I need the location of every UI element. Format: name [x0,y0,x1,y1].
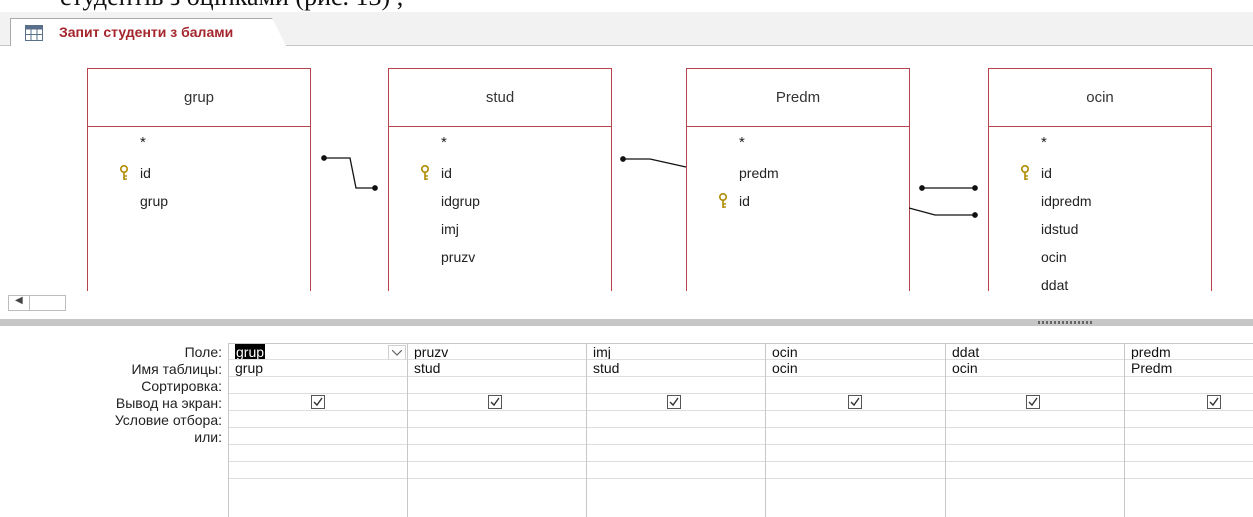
criteria-cell[interactable] [408,411,587,428]
join-stud-ocin [908,207,978,218]
extra-cell[interactable] [1125,445,1253,462]
splitter-grip-icon[interactable] [1038,321,1092,324]
show-cell[interactable] [946,394,1125,411]
field-cell[interactable]: grup [229,343,408,360]
row-label-sort: Сортировка: [141,378,222,394]
table-cell[interactable]: ocin [766,360,946,377]
join-stud-predm [620,156,687,168]
tab-title: Запит студенти з балами [59,24,234,40]
sort-cell[interactable] [766,377,946,394]
document-text-strip: студентів з оцінками (рис. 13) , [0,0,1253,12]
checkmark-icon [850,397,860,407]
join-grup-stud [321,155,378,191]
extra-cell[interactable] [946,462,1125,479]
field-cell[interactable]: pruzv [408,343,587,360]
show-checkbox[interactable] [1207,395,1221,409]
show-cell[interactable] [1125,394,1253,411]
join-predm-ocin [919,185,978,191]
show-checkbox[interactable] [311,395,325,409]
chevron-left-icon: ◀ [15,295,23,306]
extra-cell[interactable] [408,462,587,479]
sort-cell[interactable] [229,377,408,394]
extra-cell[interactable] [587,445,766,462]
relationship-lines [321,155,978,218]
or-cell[interactable] [587,428,766,445]
field-cell[interactable]: ddat [946,343,1125,360]
or-cell[interactable] [766,428,946,445]
grid-column[interactable]: ocin ocin [765,343,946,517]
chevron-down-icon [392,350,402,356]
extra-cell[interactable] [229,462,408,479]
pane-splitter[interactable] [0,319,1253,326]
scroll-thumb[interactable] [30,295,66,311]
or-cell[interactable] [1125,428,1253,445]
dropdown-button[interactable] [388,345,406,359]
show-cell[interactable] [766,394,946,411]
grid-column[interactable]: pruzv stud [407,343,587,517]
or-cell[interactable] [946,428,1125,445]
tab-query[interactable]: Запит студенти з балами [10,18,286,46]
show-checkbox[interactable] [1026,395,1040,409]
checkmark-icon [1028,397,1038,407]
document-text: студентів з оцінками (рис. 13) , [60,0,403,12]
or-cell[interactable] [408,428,587,445]
criteria-cell[interactable] [946,411,1125,428]
row-label-or: или: [194,429,222,445]
row-label-show: Вывод на экран: [115,395,222,411]
grid-column[interactable]: predm Predm [1124,343,1253,517]
show-checkbox[interactable] [848,395,862,409]
table-cell[interactable]: stud [408,360,587,377]
field-cell[interactable]: imj [587,343,766,360]
show-cell[interactable] [587,394,766,411]
show-cell[interactable] [408,394,587,411]
grid-column[interactable]: grup grup [228,343,408,517]
row-label-table: Имя таблицы: [131,361,222,377]
scroll-left-button[interactable]: ◀ [8,295,30,311]
table-cell[interactable]: grup [229,360,408,377]
extra-cell[interactable] [946,445,1125,462]
row-label-criteria: Условие отбора: [114,412,222,428]
criteria-cell[interactable] [766,411,946,428]
grid-column[interactable]: imj stud [586,343,766,517]
extra-cell[interactable] [229,445,408,462]
table-cell[interactable]: Predm [1125,360,1253,377]
table-cell[interactable]: ocin [946,360,1125,377]
show-cell[interactable] [229,394,408,411]
horizontal-scrollbar[interactable]: ◀ [0,291,1253,315]
extra-cell[interactable] [766,462,946,479]
field-cell[interactable]: predm [1125,343,1253,360]
checkmark-icon [490,397,500,407]
grid-column[interactable]: ddat ocin [945,343,1125,517]
sort-cell[interactable] [408,377,587,394]
extra-cell[interactable] [766,445,946,462]
checkmark-icon [669,397,679,407]
extra-cell[interactable] [1125,462,1253,479]
field-cell[interactable]: ocin [766,343,946,360]
criteria-cell[interactable] [587,411,766,428]
table-pane[interactable]: grup * id grup stud * id idgrup imj pruz… [0,47,1253,291]
field-cell-value: grup [235,344,266,360]
sort-cell[interactable] [587,377,766,394]
checkmark-icon [313,397,323,407]
criteria-cell[interactable] [1125,411,1253,428]
query-icon [25,25,43,41]
or-cell[interactable] [229,428,408,445]
checkmark-icon [1209,397,1219,407]
grid-row-labels: Поле: Имя таблицы: Сортировка: Вывод на … [0,344,222,446]
sort-cell[interactable] [1125,377,1253,394]
criteria-cell[interactable] [229,411,408,428]
sort-cell[interactable] [946,377,1125,394]
extra-cell[interactable] [408,445,587,462]
table-cell[interactable]: stud [587,360,766,377]
show-checkbox[interactable] [667,395,681,409]
tab-bar: Запит студенти з балами [0,12,1253,46]
extra-cell[interactable] [587,462,766,479]
show-checkbox[interactable] [488,395,502,409]
row-label-field: Поле: [184,344,222,360]
query-design-grid[interactable]: Поле: Имя таблицы: Сортировка: Вывод на … [0,326,1253,517]
